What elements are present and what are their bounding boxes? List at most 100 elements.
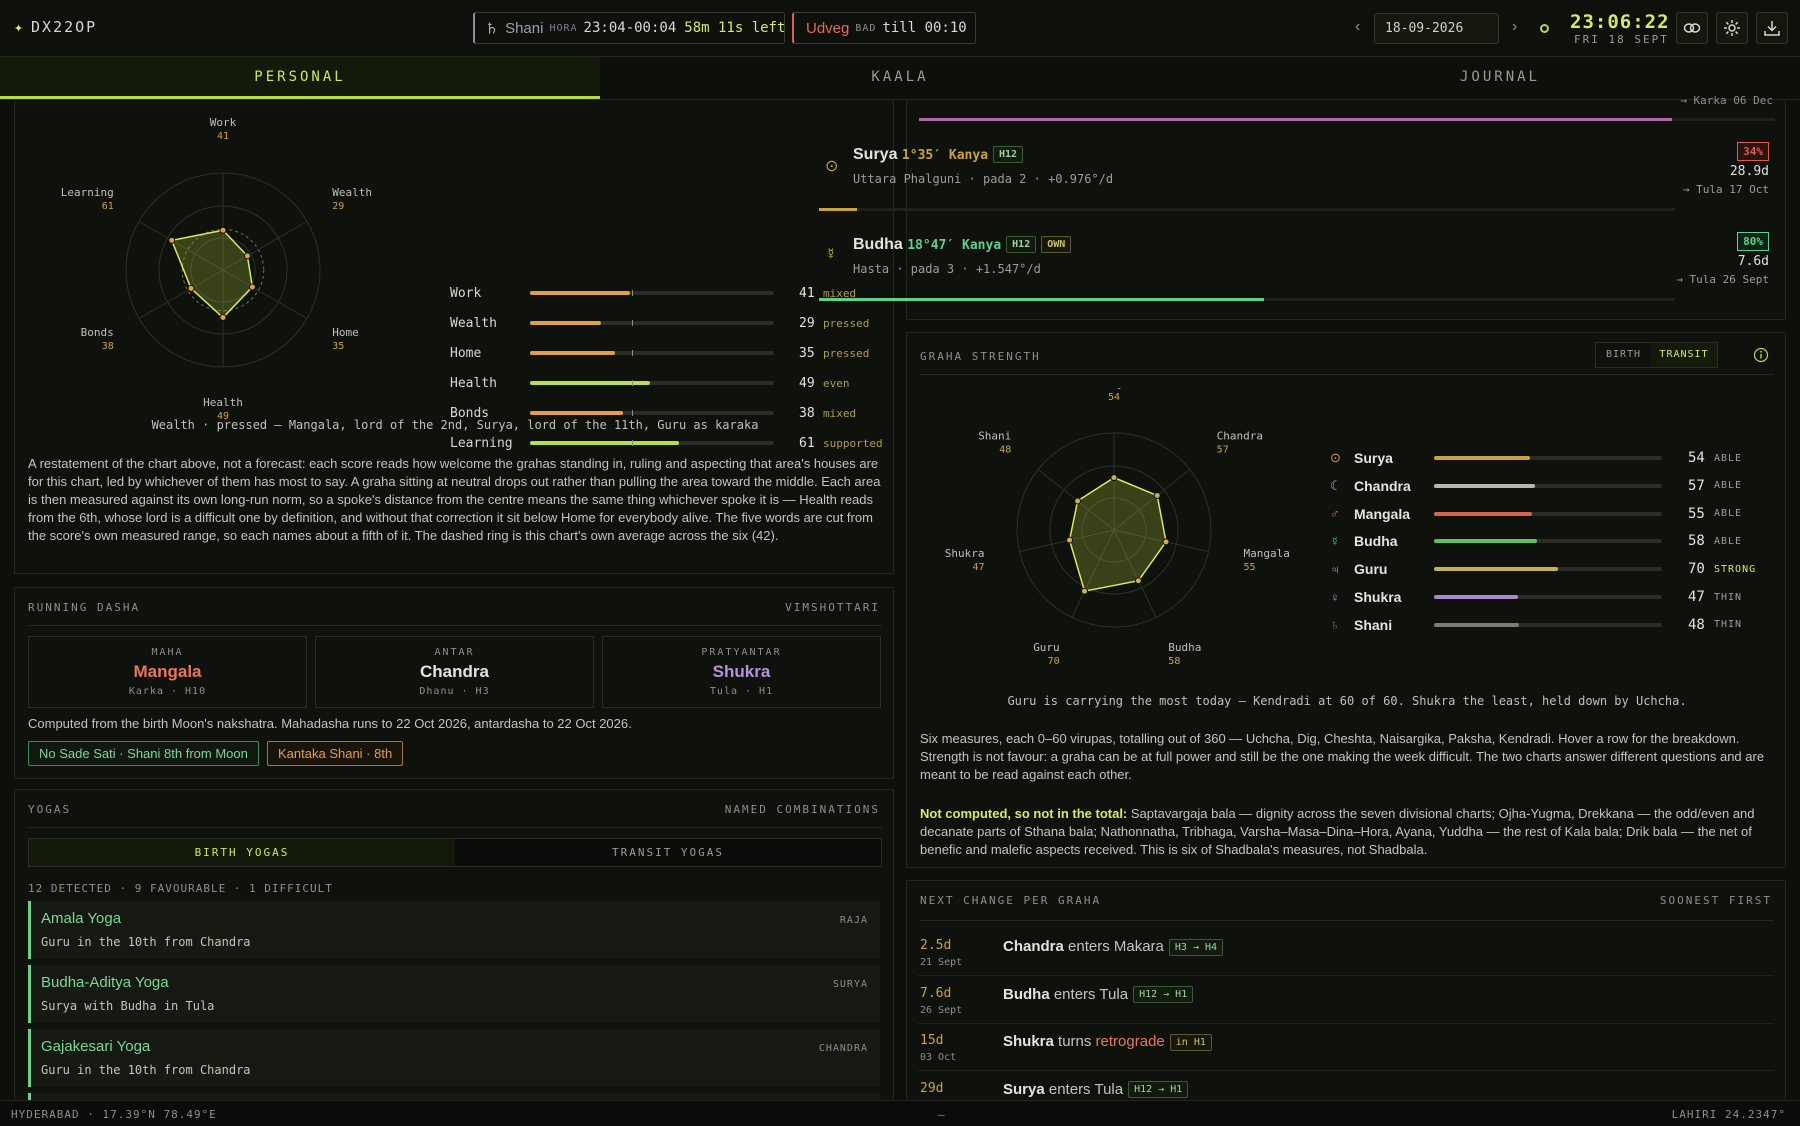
area-average-tick (632, 380, 634, 386)
graha-bar-track (1434, 622, 1662, 627)
radar-value: 35 (332, 341, 344, 352)
yoga-category: RAJA (839, 915, 868, 926)
graha-strength-row[interactable]: ♄ Shani 48 THIN (1330, 616, 1770, 634)
graha-word: ABLE (1714, 535, 1743, 547)
radar-polygon (1068, 476, 1167, 593)
settings-button[interactable] (1716, 12, 1748, 44)
choghadiya-name: Udveg (806, 19, 850, 37)
radar-label: Work (210, 116, 237, 129)
next-change-row[interactable]: 2.5d 21 Sept Chandra enters Makara H3 → H4 (918, 930, 1774, 976)
tab-birth-yogas[interactable]: BIRTH YOGAS (29, 839, 455, 866)
dasha-title: RUNNING DASHA (28, 601, 141, 614)
area-average-tick (632, 350, 634, 356)
area-bar-track (530, 380, 774, 386)
live-indicator-icon[interactable] (1540, 24, 1549, 33)
yoga-item[interactable]: Budha-Aditya Yoga Surya with Budha in Tu… (28, 965, 880, 1023)
change-accent: retrograde (1095, 1033, 1165, 1050)
graha-score: 48 (1688, 616, 1705, 633)
area-bar-fill (530, 321, 601, 325)
life-area-row[interactable]: Learning 61 supported (450, 435, 883, 451)
date-input[interactable]: 18-09-2026 (1374, 13, 1499, 44)
info-icon[interactable] (1753, 347, 1769, 363)
change-house-tag: H3 → H4 (1168, 938, 1224, 956)
transit-row-budha[interactable]: ☿ Budha 18°47′ Kanya H12 OWN Hasta · pada … (817, 230, 1783, 306)
next-change-order: SOONEST FIRST (1659, 894, 1772, 907)
graha-strength-radar: Surya 54 Chandra 57 Mangala 55 Budha 58 Guru 70 Sh… (945, 388, 1290, 667)
radar-label: Shani (978, 429, 1011, 442)
area-score: 35 (799, 345, 815, 361)
dasha-pratyantar-box[interactable]: PRATYANTAR Shukra Tula · H1 (602, 636, 881, 708)
graha-strength-row[interactable]: ☿ Budha 58 ABLE (1330, 532, 1770, 550)
tab-personal[interactable]: PERSONAL (0, 57, 600, 99)
main-tabs: PERSONAL KAALA JOURNAL (0, 57, 1800, 100)
next-date-button[interactable]: › (1512, 18, 1517, 36)
radar-label: Health (203, 396, 243, 409)
view-toggle-button[interactable] (1676, 12, 1708, 44)
area-average-tick (632, 320, 634, 326)
next-change-row[interactable]: 7.6d 26 Sept Budha enters Tula H12 → H1 (918, 978, 1774, 1024)
hora-indicator[interactable]: ♄ Shani HORA 23:04-00:04 58m 11s left (473, 12, 785, 44)
radar-label: Wealth (332, 186, 372, 199)
area-bar-fill (530, 291, 631, 295)
status-ayanamsa: LAHIRI 24.2347° (1671, 1108, 1786, 1121)
prev-date-button[interactable]: ‹ (1355, 18, 1360, 36)
choghadiya-indicator[interactable]: Udveg BAD till 00:10 (792, 12, 976, 44)
radar-value: 61 (102, 201, 114, 212)
graha-score: 47 (1688, 589, 1705, 605)
life-area-row[interactable]: Health 49 even (450, 375, 850, 391)
transit-progress-bar (819, 298, 1265, 301)
house-tag: H12 (1006, 236, 1037, 254)
life-area-row[interactable]: Home 35 pressed (450, 345, 869, 361)
yoga-item[interactable]: Amala Yoga Guru in the 10th from Chandra… (28, 901, 880, 959)
planet-nakshatra: Uttara Phalguni · pada 2 · +0.976°/d (853, 172, 1114, 186)
surya-glyph-icon: ⊙ (1330, 450, 1341, 465)
next-change-row[interactable]: 15d 03 Oct Shukra turns retrograde in H1 (918, 1025, 1774, 1071)
area-average-tick (632, 290, 634, 296)
change-planet: Budha (1003, 985, 1050, 1003)
change-days: 29d (920, 1080, 944, 1096)
yogas-title: YOGAS (28, 803, 72, 816)
kantaka-shani-chip: Kantaka Shani · 8th (267, 741, 404, 766)
yoga-item[interactable]: Gajakesari Yoga Guru in the 10th from Ch… (28, 1029, 880, 1087)
transit-bar-fill (919, 118, 1673, 121)
life-areas-radar: Work41Wealth29Home35Health49Bonds38Learn… (61, 116, 372, 420)
graha-strength-row[interactable]: ♀ Shukra 47 THIN (1330, 588, 1770, 606)
download-button[interactable] (1756, 12, 1788, 44)
radar-point (1066, 536, 1074, 544)
app-logo[interactable]: ✦ DX22OP (14, 18, 97, 36)
graha-name: Surya (1354, 450, 1393, 466)
area-name: Learning (450, 435, 513, 451)
graha-score: 54 (1688, 450, 1705, 466)
toggle-birth[interactable]: BIRTH (1596, 343, 1651, 367)
transit-row-surya[interactable]: ⊙ Surya 1°35′ Kanya H12 Uttara Phalguni ·… (817, 140, 1783, 216)
toggle-transit[interactable]: TRANSIT (1651, 343, 1717, 367)
tab-kaala[interactable]: KAALA (600, 57, 1200, 99)
radar-value: 47 (972, 562, 984, 573)
graha-strength-caption: Guru is carrying the most today — Kendra… (1007, 694, 1687, 708)
yoga-category: CHANDRA (818, 1043, 868, 1054)
dasha-name: Mangala (133, 662, 202, 681)
graha-bar-track (1434, 539, 1662, 544)
graha-score: 55 (1688, 505, 1705, 522)
graha-strength-row[interactable]: ☾ Chandra 57 ABLE (1330, 477, 1770, 495)
dasha-maha-box[interactable]: MAHA Mangala Karka · H10 (28, 636, 307, 708)
yoga-desc: Surya with Budha in Tula (41, 999, 215, 1013)
radar-value: 38 (102, 341, 114, 352)
dasha-antar-box[interactable]: ANTAR Chandra Dhanu · H3 (315, 636, 594, 708)
graha-strength-row[interactable]: ⊙ Surya 54 ABLE (1330, 449, 1770, 467)
planet-name: Budha (853, 236, 903, 253)
life-area-row[interactable]: Work 41 mixed (450, 285, 856, 301)
life-area-row[interactable]: Wealth 29 pressed (450, 315, 869, 331)
graha-strength-row[interactable]: ♂ Mangala 55 ABLE (1330, 505, 1770, 523)
guru-glyph-icon: ♃ (1330, 561, 1340, 577)
transit-days: 7.6d (1737, 254, 1769, 269)
radar-point (219, 226, 227, 234)
tab-journal[interactable]: JOURNAL (1200, 57, 1800, 99)
radar-point (1162, 538, 1170, 546)
transit-next-sign: → Tula 17 Oct (1682, 183, 1769, 196)
graha-strength-row[interactable]: ♃ Guru 70 STRONG (1330, 560, 1770, 578)
graha-strength-title: GRAHA STRENGTH (920, 350, 1041, 363)
tab-transit-yogas[interactable]: TRANSIT YOGAS (455, 839, 881, 866)
app-name: DX22OP (31, 18, 98, 36)
change-verb: turns (1053, 1033, 1096, 1050)
